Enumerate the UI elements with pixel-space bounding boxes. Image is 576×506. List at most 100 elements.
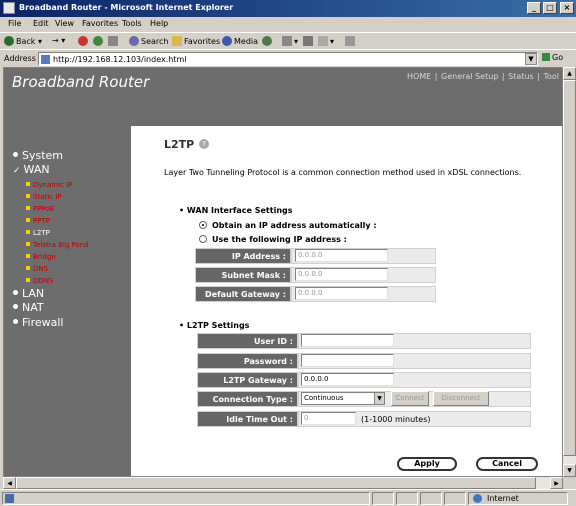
bullet-icon — [26, 206, 30, 210]
main-content: L2TP ? Layer Two Tunneling Protocol is a… — [131, 126, 562, 476]
default-gateway-input[interactable]: 0.0.0.0 — [295, 287, 388, 300]
sidebar-sub-static-ip[interactable]: Static IP — [26, 193, 62, 201]
edit-button[interactable]: ▾ — [318, 36, 334, 46]
search-button[interactable]: Search — [129, 36, 168, 46]
discuss-button[interactable] — [345, 36, 357, 46]
search-icon — [129, 36, 139, 46]
sidebar-item-wan[interactable]: ✓ WAN — [13, 163, 50, 176]
nav-general-setup[interactable]: General Setup — [441, 72, 498, 81]
scroll-left-icon[interactable]: ◀ — [3, 477, 16, 489]
wan-settings-heading: • WAN Interface Settings — [179, 206, 293, 215]
go-button[interactable]: Go — [542, 53, 563, 62]
sidebar-sub-ddns[interactable]: DDNS — [26, 277, 53, 285]
l2tp-gateway-input[interactable]: 0.0.0.0 — [301, 373, 394, 386]
scroll-up-icon[interactable]: ▲ — [563, 67, 576, 80]
password-label: Password : — [197, 353, 298, 369]
print-icon — [303, 36, 313, 46]
address-input[interactable]: http://192.168.12.103/index.html ▼ — [38, 52, 538, 66]
subnet-mask-input[interactable]: 0.0.0.0 — [295, 268, 388, 281]
bullet-icon — [26, 230, 30, 234]
disconnect-button[interactable]: Disconnect — [433, 391, 489, 406]
refresh-button[interactable] — [93, 36, 105, 46]
history-button[interactable] — [262, 36, 274, 46]
sidebar-sub-l2tp[interactable]: L2TP — [26, 229, 50, 237]
radio-unselected-icon — [199, 235, 207, 243]
address-dropdown-icon[interactable]: ▼ — [525, 53, 537, 65]
default-gateway-label: Default Gateway : — [195, 286, 291, 302]
idle-time-hint: (1-1000 minutes) — [361, 415, 431, 424]
bullet-icon — [13, 304, 18, 309]
apply-button[interactable]: Apply — [397, 457, 457, 471]
status-bar: Internet — [0, 489, 576, 506]
vertical-scroll-thumb[interactable] — [563, 80, 576, 456]
horizontal-scroll-thumb[interactable] — [16, 477, 536, 489]
sidebar-item-nat[interactable]: NAT — [13, 301, 44, 314]
media-button[interactable]: Media — [222, 36, 258, 46]
ip-address-input[interactable]: 0.0.0.0 — [295, 249, 388, 262]
sidebar-item-firewall[interactable]: Firewall — [13, 316, 63, 329]
sidebar-sub-telstra[interactable]: Telstra Big Pond — [26, 241, 89, 249]
menu-tools[interactable]: Tools — [122, 19, 142, 28]
bullet-icon — [26, 182, 30, 186]
status-pane — [396, 492, 418, 505]
minimize-button[interactable]: _ — [527, 2, 541, 14]
idle-time-input[interactable]: 0 — [301, 412, 356, 425]
menu-bar: File Edit View Favorites Tools Help — [0, 17, 576, 32]
user-id-input[interactable] — [301, 334, 394, 347]
menu-help[interactable]: Help — [150, 19, 168, 28]
vertical-scrollbar[interactable]: ▲ ▼ — [563, 67, 576, 477]
help-icon[interactable]: ? — [199, 139, 209, 149]
connection-type-select[interactable]: Continuous ▼ — [301, 392, 385, 405]
history-icon — [262, 36, 272, 46]
edit-icon — [318, 36, 328, 46]
ie-app-icon — [3, 2, 15, 14]
print-button[interactable] — [303, 36, 315, 46]
sidebar-sub-dns[interactable]: DNS — [26, 265, 48, 273]
menu-edit[interactable]: Edit — [33, 19, 49, 28]
forward-button[interactable]: → ▾ — [52, 36, 65, 45]
close-button[interactable]: × — [560, 2, 574, 14]
menu-view[interactable]: View — [55, 19, 74, 28]
browser-toolbar: Back ▾ → ▾ Search Favorites Media ▾ ▾ — [0, 32, 576, 49]
horizontal-scrollbar[interactable]: ◀ ▶ — [3, 477, 563, 489]
radio-obtain-auto[interactable]: Obtain an IP address automatically : — [199, 221, 377, 230]
sidebar-item-system[interactable]: System — [13, 149, 63, 162]
menu-file[interactable]: File — [8, 19, 21, 28]
maximize-button[interactable]: □ — [543, 2, 557, 14]
status-pane — [444, 492, 466, 505]
refresh-icon — [93, 36, 103, 46]
stop-button[interactable] — [78, 36, 90, 46]
menu-favorites[interactable]: Favorites — [82, 19, 118, 28]
nav-home[interactable]: HOME — [407, 72, 431, 81]
radio-use-following[interactable]: Use the following IP address : — [199, 235, 347, 244]
bullet-icon — [26, 194, 30, 198]
home-button[interactable] — [108, 36, 120, 46]
scroll-down-icon[interactable]: ▼ — [563, 464, 576, 477]
sidebar-sub-dynamic-ip[interactable]: Dynamic IP — [26, 181, 72, 189]
sidebar-sub-bridge[interactable]: Bridge — [26, 253, 56, 261]
mail-icon — [282, 36, 292, 46]
sidebar-sub-pptp[interactable]: PPTP — [26, 217, 50, 225]
sidebar-sub-pppoe[interactable]: PPPoE — [26, 205, 54, 213]
scroll-right-icon[interactable]: ▶ — [550, 477, 563, 489]
bullet-icon — [13, 290, 18, 295]
page-viewport: Broadband Router HOME | General Setup | … — [3, 67, 563, 477]
nav-tool[interactable]: Tool — [543, 72, 559, 81]
subnet-mask-label: Subnet Mask : — [195, 267, 291, 283]
sidebar-item-lan[interactable]: LAN — [13, 287, 44, 300]
bullet-icon — [26, 266, 30, 270]
globe-icon — [473, 494, 482, 503]
password-input[interactable] — [301, 354, 394, 367]
mail-button[interactable]: ▾ — [282, 36, 298, 46]
connect-button[interactable]: Connect — [391, 391, 429, 406]
window-titlebar: Broadband Router - Microsoft Internet Ex… — [0, 0, 576, 17]
favorites-button[interactable]: Favorites — [172, 36, 220, 46]
status-pane — [372, 492, 394, 505]
go-arrow-icon — [542, 53, 550, 61]
brand-title: Broadband Router — [12, 73, 150, 91]
cancel-button[interactable]: Cancel — [476, 457, 538, 471]
nav-status[interactable]: Status — [508, 72, 534, 81]
page-description: Layer Two Tunneling Protocol is a common… — [164, 168, 522, 177]
bullet-icon — [26, 278, 30, 282]
back-button[interactable]: Back ▾ — [4, 36, 42, 46]
